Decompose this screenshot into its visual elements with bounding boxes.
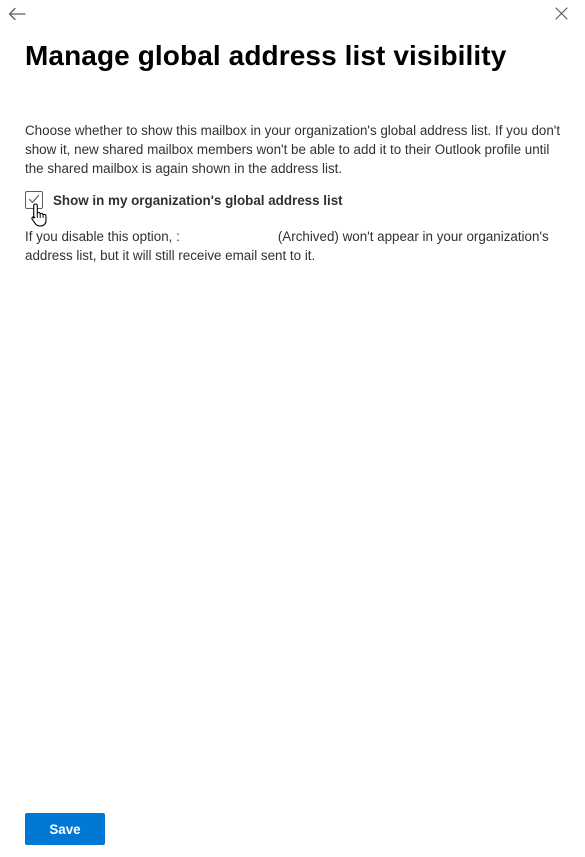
show-in-gal-checkbox-row[interactable]: Show in my organization's global address… bbox=[25, 191, 343, 209]
description-text: Choose whether to show this mailbox in y… bbox=[25, 123, 561, 176]
close-button[interactable] bbox=[549, 4, 573, 28]
back-button[interactable] bbox=[4, 4, 30, 28]
disable-option-note: If you disable this option, : (Archived) … bbox=[25, 227, 565, 265]
back-arrow-icon bbox=[8, 7, 26, 26]
page-title: Manage global address list visibility bbox=[25, 40, 507, 71]
panel-top-bar bbox=[0, 0, 585, 32]
manage-gal-visibility-panel: Manage global address list visibility Ch… bbox=[0, 0, 585, 857]
note-prefix: If you disable this option, bbox=[25, 229, 177, 244]
show-in-gal-checkbox[interactable] bbox=[25, 191, 43, 209]
checkmark-icon bbox=[28, 191, 40, 209]
show-in-gal-checkbox-label[interactable]: Show in my organization's global address… bbox=[53, 193, 343, 208]
redacted-mailbox-name bbox=[180, 240, 278, 241]
note-redacted-marker: : bbox=[176, 229, 180, 244]
close-icon bbox=[554, 7, 568, 25]
save-button[interactable]: Save bbox=[25, 813, 105, 845]
